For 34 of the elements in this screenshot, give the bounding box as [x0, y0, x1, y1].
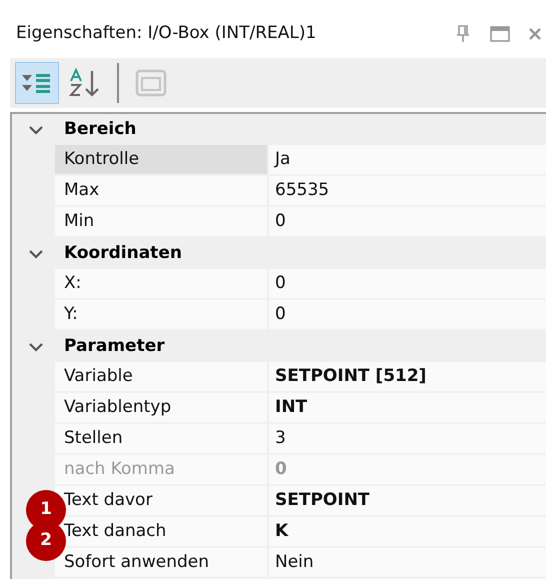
pages-icon [135, 69, 167, 97]
property-value[interactable]: 0 [269, 300, 546, 331]
property-value[interactable]: Nein [269, 548, 546, 579]
maximize-icon[interactable] [490, 26, 510, 42]
property-name[interactable]: Max [55, 176, 267, 207]
property-name[interactable]: Kontrolle [55, 145, 267, 176]
property-name[interactable]: Stellen [55, 424, 267, 455]
chevron-icon[interactable] [28, 342, 44, 352]
property-value[interactable]: 0 [269, 207, 546, 238]
property-name[interactable]: Variable [55, 362, 267, 393]
pin-icon[interactable] [456, 25, 470, 43]
category-label: Parameter [64, 334, 165, 358]
chevron-icon[interactable] [28, 124, 44, 134]
chevron-icon[interactable] [28, 248, 44, 258]
property-value[interactable]: SETPOINT [269, 486, 546, 517]
property-name[interactable]: Min [55, 207, 267, 238]
property-name[interactable]: Sofort anwenden [55, 548, 267, 579]
property-value[interactable]: SETPOINT [512] [269, 362, 546, 393]
property-value[interactable]: Ja [269, 145, 546, 176]
property-value[interactable]: INT [269, 393, 546, 424]
sort-alphabetical-icon [68, 68, 102, 98]
category-label: Bereich [64, 118, 136, 141]
property-name[interactable]: Text davor [55, 486, 267, 517]
property-value[interactable]: 65535 [269, 176, 546, 207]
categorized-button[interactable] [15, 62, 59, 104]
property-value[interactable]: 0 [269, 269, 546, 300]
property-name[interactable]: Variablentyp [55, 393, 267, 424]
close-icon[interactable] [528, 27, 542, 41]
window-title: Eigenschaften: I/O-Box (INT/REAL)1 [16, 22, 318, 46]
property-value[interactable]: 3 [269, 424, 546, 455]
property-name[interactable]: X: [55, 269, 267, 300]
category-label: Koordinaten [64, 242, 182, 265]
property-value[interactable]: K [269, 517, 546, 548]
property-name[interactable]: Y: [55, 300, 267, 331]
